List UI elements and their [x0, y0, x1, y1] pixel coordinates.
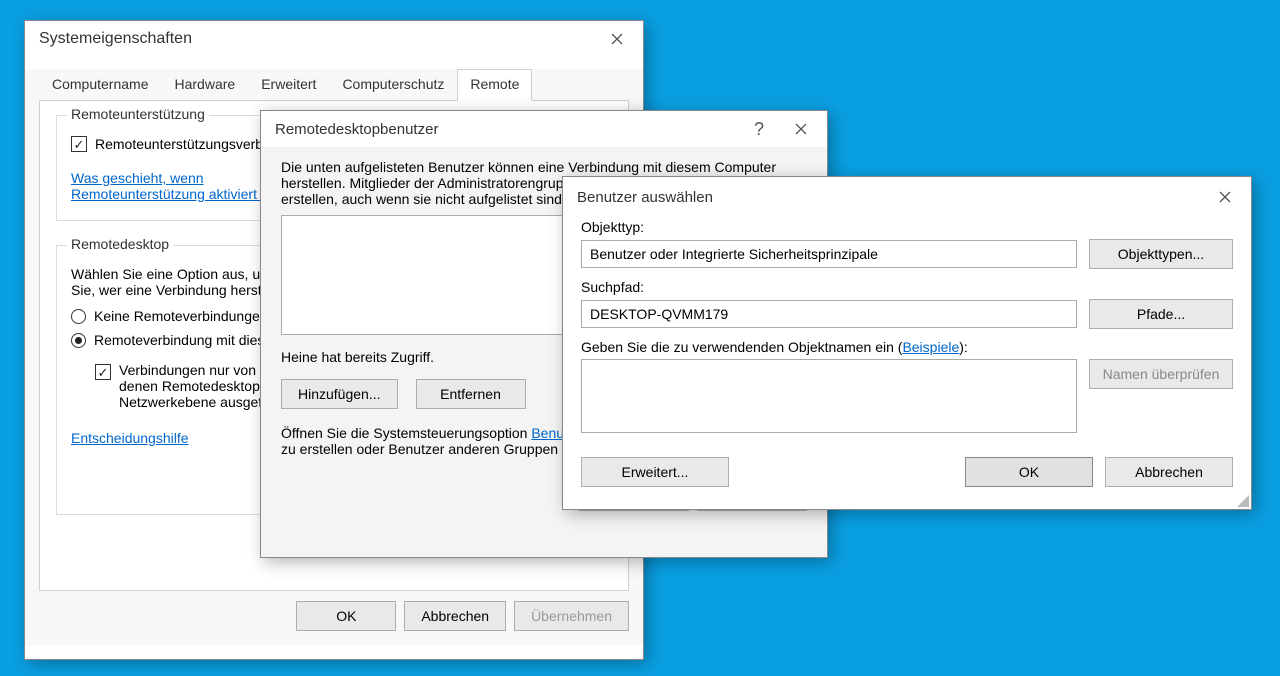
advanced-button[interactable]: Erweitert...: [581, 457, 729, 487]
object-names-input[interactable]: [581, 359, 1077, 433]
object-names-prefix: Geben Sie die zu verwendenden Objektname…: [581, 339, 902, 355]
resize-grip-icon[interactable]: [1235, 493, 1249, 507]
close-icon[interactable]: [1203, 182, 1247, 212]
select-users-window: Benutzer auswählen Objekttyp: Benutzer o…: [562, 176, 1252, 510]
cancel-button[interactable]: Abbrechen: [404, 601, 506, 631]
remove-button[interactable]: Entfernen: [416, 379, 526, 409]
ok-button[interactable]: OK: [296, 601, 396, 631]
link-what-happens[interactable]: Was geschieht, wenn Remoteunterstützung …: [71, 170, 283, 202]
object-type-label: Objekttyp:: [581, 219, 1233, 235]
sysprops-button-row: OK Abbrechen Übernehmen: [25, 591, 643, 645]
radio-icon: [71, 309, 86, 324]
cancel-button[interactable]: Abbrechen: [1105, 457, 1233, 487]
sysprops-title: Systemeigenschaften: [39, 30, 595, 48]
tab-erweitert[interactable]: Erweitert: [248, 69, 329, 101]
selu-titlebar: Benutzer auswählen: [563, 177, 1251, 217]
object-names-label: Geben Sie die zu verwendenden Objektname…: [581, 339, 1233, 355]
sysprops-tabs: Computername Hardware Erweitert Computer…: [39, 69, 629, 101]
sysprops-titlebar: Systemeigenschaften: [25, 21, 643, 57]
ok-button[interactable]: OK: [965, 457, 1093, 487]
checkbox-icon: [71, 136, 87, 152]
search-path-label: Suchpfad:: [581, 279, 1233, 295]
object-names-suffix: ):: [959, 339, 968, 355]
tab-remote[interactable]: Remote: [457, 69, 532, 101]
check-names-button[interactable]: Namen überprüfen: [1089, 359, 1233, 389]
rdu-titlebar: Remotedesktopbenutzer ?: [261, 111, 827, 147]
link-decision-help[interactable]: Entscheidungshilfe: [71, 430, 189, 446]
link-examples[interactable]: Beispiele: [902, 339, 959, 355]
search-path-field: DESKTOP-QVMM179: [581, 300, 1077, 328]
checkbox-icon: [95, 364, 111, 380]
legend-remote-assist: Remoteunterstützung: [67, 106, 209, 122]
rdu-cp-prefix: Öffnen Sie die Systemsteuerungsoption: [281, 425, 531, 441]
tab-hardware[interactable]: Hardware: [162, 69, 249, 101]
close-icon[interactable]: [779, 114, 823, 144]
rdu-title: Remotedesktopbenutzer: [275, 121, 739, 138]
close-icon[interactable]: [595, 24, 639, 54]
paths-button[interactable]: Pfade...: [1089, 299, 1233, 329]
add-button[interactable]: Hinzufügen...: [281, 379, 398, 409]
tab-computername[interactable]: Computername: [39, 69, 162, 101]
selu-title: Benutzer auswählen: [577, 189, 1203, 206]
object-type-field: Benutzer oder Integrierte Sicherheitspri…: [581, 240, 1077, 268]
legend-remote-desktop: Remotedesktop: [67, 236, 173, 252]
object-types-button[interactable]: Objekttypen...: [1089, 239, 1233, 269]
radio-icon: [71, 333, 86, 348]
apply-button[interactable]: Übernehmen: [514, 601, 629, 631]
selu-body: Objekttyp: Benutzer oder Integrierte Sic…: [563, 217, 1251, 497]
help-icon[interactable]: ?: [739, 114, 779, 144]
tab-computerschutz[interactable]: Computerschutz: [329, 69, 457, 101]
